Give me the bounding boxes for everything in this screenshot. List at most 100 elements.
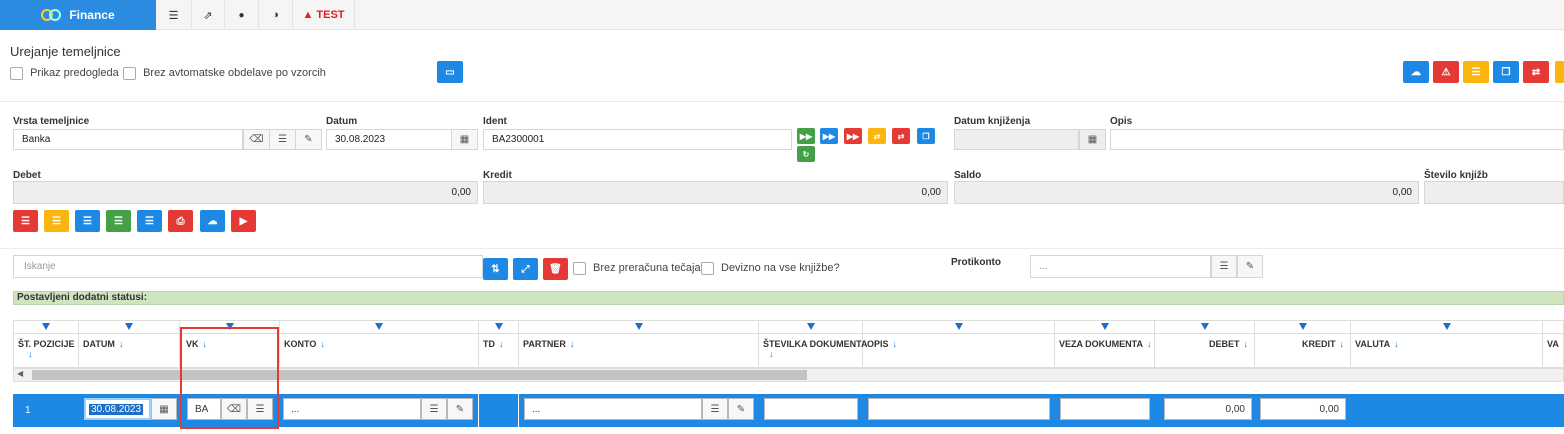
column-veza-dokumenta[interactable]: VEZA DOKUMENTA ↓ [1055, 321, 1155, 367]
retweet-orange-button[interactable]: ⇄ [868, 128, 886, 144]
column-valuta[interactable]: VALUTA ↓ [1351, 321, 1543, 367]
column-va[interactable]: VA [1543, 321, 1564, 367]
list-orange-button[interactable]: ☰ [1463, 61, 1489, 83]
next-red-button[interactable]: ▶▶ [844, 128, 862, 144]
eraser-button[interactable]: ⌫ [243, 129, 270, 150]
sort-icon: ↓ [499, 339, 504, 349]
row-konto-input[interactable]: ... [283, 398, 421, 420]
no-auto-checkbox-group[interactable]: Brez avtomatske obdelave po vzorcih [123, 67, 326, 80]
test-environment-button[interactable]: ▲ TEST [293, 0, 355, 30]
retweet-red-button[interactable]: ⇄ [892, 128, 910, 144]
list-orange-button-2[interactable]: ☰ [44, 210, 69, 232]
copy-button[interactable]: ❐ [1493, 61, 1519, 83]
column-td[interactable]: TD ↓ [479, 321, 519, 367]
nav-list-button[interactable]: ☰ [156, 0, 192, 30]
brand-logo[interactable]: Finance [0, 0, 156, 30]
cloud-upload-button[interactable]: ☁ [1403, 61, 1429, 83]
list-icon: ☰ [278, 134, 287, 145]
row-divider [478, 394, 479, 427]
list-green-button[interactable]: ☰ [106, 210, 131, 232]
fast-forward-icon: ▶▶ [846, 131, 860, 141]
filter-icon [494, 323, 503, 330]
next-green-button[interactable]: ▶▶ [797, 128, 815, 144]
print-button[interactable]: ⎙ [168, 210, 193, 232]
devizno-checkbox[interactable] [701, 262, 714, 275]
protikonto-input[interactable]: ... [1030, 255, 1211, 278]
filter-icon [42, 323, 50, 330]
scroll-left-icon[interactable]: ◀ [17, 369, 23, 378]
devizno-checkbox-group[interactable]: Devizno na vse knjižbe? [701, 262, 840, 275]
preview-checkbox[interactable] [10, 67, 23, 80]
column-st-pozicije[interactable]: ŠT. POZICIJE ↓ [14, 321, 79, 367]
datum-input[interactable]: 30.08.2023 [326, 129, 452, 150]
protikonto-edit-button[interactable]: ✎ [1237, 255, 1263, 278]
calendar-button[interactable]: ▦ [451, 129, 478, 150]
preview-checkbox-group[interactable]: Prikaz predogleda [10, 67, 119, 80]
brand-label: Finance [69, 8, 115, 22]
column-kredit[interactable]: KREDIT ↓ [1255, 321, 1351, 367]
opis-label: Opis [1110, 116, 1133, 127]
filter-icon [375, 323, 383, 330]
protikonto-list-button[interactable]: ☰ [1211, 255, 1237, 278]
sort-icon: ↓ [1394, 339, 1399, 349]
column-opis[interactable]: OPIS ↓ [863, 321, 1055, 367]
column-debet[interactable]: DEBET ↓ [1155, 321, 1255, 367]
row-opis-input[interactable] [868, 398, 1050, 420]
vrsta-input[interactable]: Banka [13, 129, 243, 150]
list-blue-button[interactable]: ☰ [75, 210, 100, 232]
expand-button[interactable]: ⤢ [513, 258, 538, 280]
video-button[interactable]: ▶ [231, 210, 256, 232]
sort-button[interactable]: ⇅ [483, 258, 508, 280]
nav-lock-button[interactable]: ● [225, 0, 259, 30]
nav-external-link-button[interactable]: ⇗ [192, 0, 225, 30]
row-debet-input[interactable]: 0,00 [1164, 398, 1252, 420]
calendar-icon: ▦ [459, 134, 470, 145]
retweet-button[interactable]: ⇄ [1523, 61, 1549, 83]
ident-label: Ident [483, 116, 507, 127]
list-select-button[interactable]: ☰ [269, 129, 296, 150]
column-stevilka-dokumenta[interactable]: ŠTEVILKA DOKUMENTA ↓ [759, 321, 868, 367]
no-auto-checkbox[interactable] [123, 67, 136, 80]
next-blue-button[interactable]: ▶▶ [820, 128, 838, 144]
edit-icon: ✎ [736, 403, 746, 415]
row-stevilka-input[interactable] [764, 398, 858, 420]
list-red-button[interactable]: ☰ [13, 210, 38, 232]
cloud-button[interactable]: ☁ [200, 210, 225, 232]
window-button[interactable]: ▭ [437, 61, 463, 83]
tecaj-checkbox[interactable] [573, 262, 586, 275]
ident-input[interactable]: BA2300001 [483, 129, 792, 150]
column-datum[interactable]: DATUM ↓ [79, 321, 180, 367]
sort-icon: ↓ [118, 339, 124, 349]
row-veza-input[interactable] [1060, 398, 1150, 420]
datum-knjizenja-input[interactable] [954, 129, 1079, 150]
tecaj-checkbox-group[interactable]: Brez preračuna tečaja? [573, 262, 707, 275]
delete-button[interactable]: 🗑 [543, 258, 568, 280]
column-title: OPIS [867, 339, 889, 349]
row-partner-input[interactable]: ... [524, 398, 702, 420]
opis-input[interactable] [1110, 129, 1564, 150]
row-partner-list-button[interactable]: ☰ [702, 398, 728, 420]
row-partner-edit-button[interactable]: ✎ [728, 398, 754, 420]
search-input[interactable]: Iskanje [13, 255, 483, 278]
no-auto-checkbox-label: Brez avtomatske obdelave po vzorcih [143, 67, 326, 80]
list-blue-button-2[interactable]: ☰ [137, 210, 162, 232]
row-calendar-button[interactable]: ▦ [151, 398, 177, 420]
refresh-button[interactable]: ↻ [797, 146, 815, 162]
row-datum-input[interactable]: 30.08.2023 [84, 398, 151, 420]
sort-icon: ↓ [892, 339, 898, 349]
scrollbar-thumb[interactable] [32, 370, 807, 380]
calendar-disabled-button[interactable]: ▦ [1079, 129, 1106, 150]
column-konto[interactable]: KONTO ↓ [280, 321, 479, 367]
copy-small-button[interactable]: ❐ [917, 128, 935, 144]
warning-button[interactable]: ⚠ [1433, 61, 1459, 83]
row-kredit-input[interactable]: 0,00 [1260, 398, 1346, 420]
list-icon: ☰ [710, 403, 720, 415]
highlight-box [180, 327, 279, 429]
nav-contrast-button[interactable]: ◑ [259, 0, 293, 30]
edit-button[interactable]: ✎ [295, 129, 322, 150]
row-konto-edit-button[interactable]: ✎ [447, 398, 473, 420]
column-title: DEBET [1208, 339, 1240, 349]
overflow-button[interactable] [1555, 61, 1564, 83]
row-konto-list-button[interactable]: ☰ [421, 398, 447, 420]
column-partner[interactable]: PARTNER ↓ [519, 321, 759, 367]
